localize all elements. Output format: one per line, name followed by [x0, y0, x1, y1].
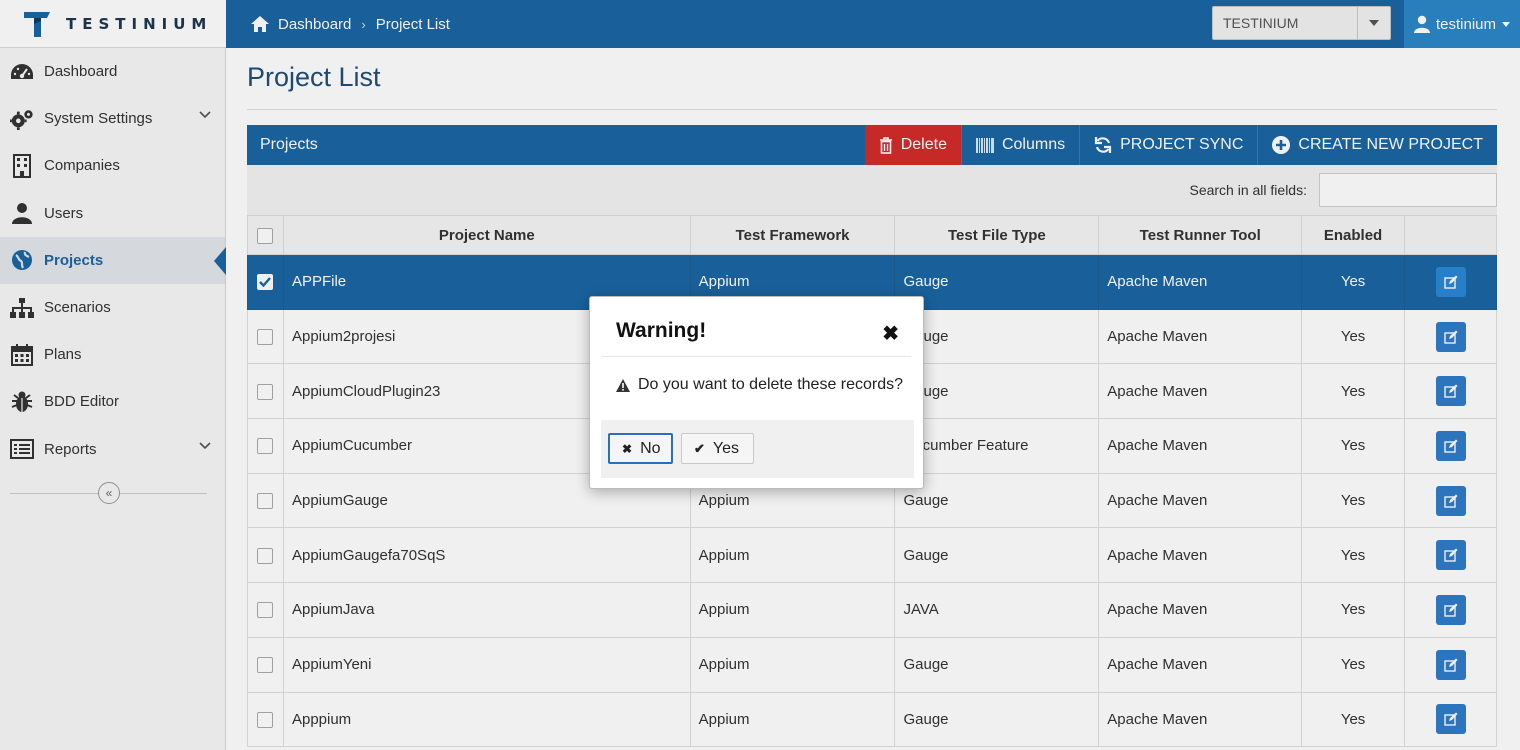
warning-icon: [616, 378, 630, 392]
dialog-footer: ✖ No ✔ Yes: [601, 420, 914, 478]
no-button-label: No: [640, 439, 661, 457]
dialog-message: Do you want to delete these records?: [616, 376, 903, 394]
warning-dialog: Warning! ✖ Do you want to delete these r…: [589, 296, 924, 489]
close-icon[interactable]: ✖: [882, 321, 899, 346]
check-icon: ✔: [694, 440, 705, 456]
dialog-message-text: Do you want to delete these records?: [638, 376, 904, 393]
no-button[interactable]: ✖ No: [608, 433, 673, 464]
dialog-title: Warning!: [616, 319, 707, 342]
yes-button[interactable]: ✔ Yes: [681, 433, 754, 464]
close-icon: ✖: [622, 441, 633, 456]
divider: [602, 356, 911, 357]
yes-button-label: Yes: [712, 439, 740, 457]
